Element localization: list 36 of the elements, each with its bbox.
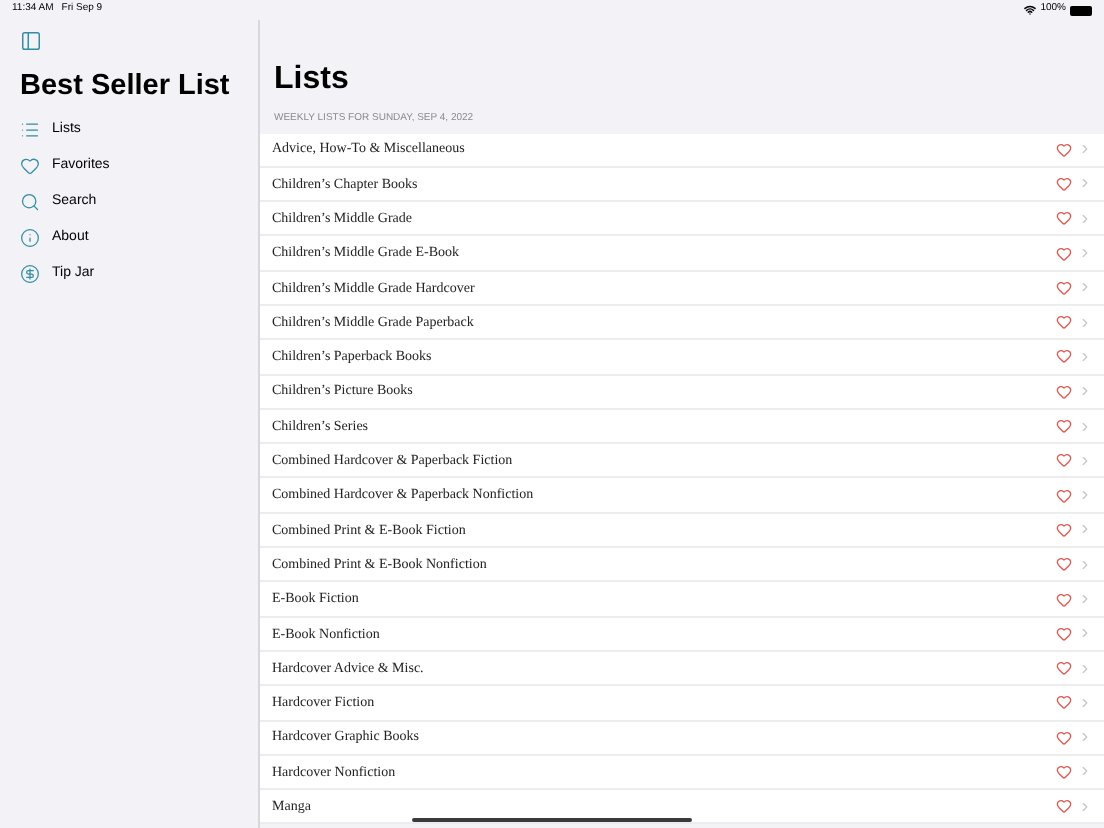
chevron-icon <box>1078 592 1092 606</box>
heart-icon[interactable] <box>1056 625 1072 642</box>
dollar-icon <box>20 264 40 284</box>
chevron-icon <box>1078 661 1092 676</box>
chevron-icon <box>1078 419 1092 434</box>
heart-icon[interactable] <box>1056 556 1072 573</box>
list-icon <box>20 120 40 140</box>
chevron-icon <box>1078 557 1092 572</box>
chevron-icon <box>1078 349 1092 364</box>
chevron-icon <box>1078 315 1092 330</box>
heart-icon[interactable] <box>1056 798 1072 815</box>
heart-icon[interactable] <box>1056 383 1072 400</box>
sidebar-toggle-icon[interactable] <box>20 30 42 52</box>
chevron-icon <box>1078 211 1092 226</box>
chevron-icon <box>1078 453 1092 468</box>
chevron-icon <box>1078 695 1092 710</box>
chevron-icon <box>1078 246 1092 261</box>
chevron-icon <box>1078 764 1092 779</box>
search-icon <box>20 192 40 212</box>
chevron-icon <box>1078 176 1092 191</box>
battery-icon <box>1070 5 1092 15</box>
heart-icon[interactable] <box>1056 210 1072 227</box>
chevron-icon <box>1078 384 1092 399</box>
chevron-icon <box>1078 730 1092 745</box>
chevron-icon <box>1078 280 1092 295</box>
wifi-icon <box>1024 4 1037 16</box>
chevron-icon <box>1078 142 1092 157</box>
chevron-icon <box>1078 488 1092 503</box>
chevron-icon <box>1078 522 1092 537</box>
sidebar-title: Best Seller List <box>20 68 232 104</box>
info-icon <box>20 228 40 248</box>
page-title: Lists <box>274 62 351 98</box>
heart-icon <box>20 156 40 176</box>
chevron-icon <box>1078 626 1092 641</box>
chevron-icon <box>1078 799 1092 814</box>
heart-icon[interactable] <box>1056 591 1072 607</box>
